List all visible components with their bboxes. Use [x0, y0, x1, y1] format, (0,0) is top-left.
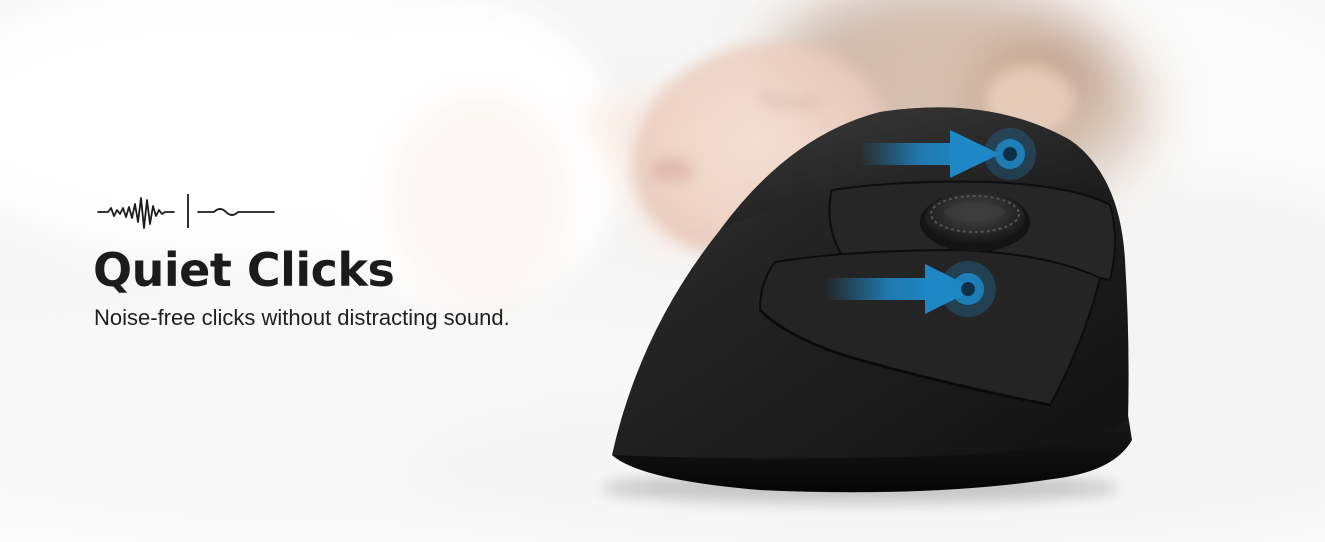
feature-copy: Quiet Clicks Noise-free clicks without d… [93, 188, 653, 333]
quiet-clicks-banner: Quiet Clicks Noise-free clicks without d… [0, 0, 1325, 542]
scroll-wheel [920, 192, 1030, 252]
headline: Quiet Clicks [93, 243, 395, 297]
sound-wave-to-quiet-icon [97, 194, 275, 229]
subline: Noise-free clicks without distracting so… [94, 305, 510, 331]
